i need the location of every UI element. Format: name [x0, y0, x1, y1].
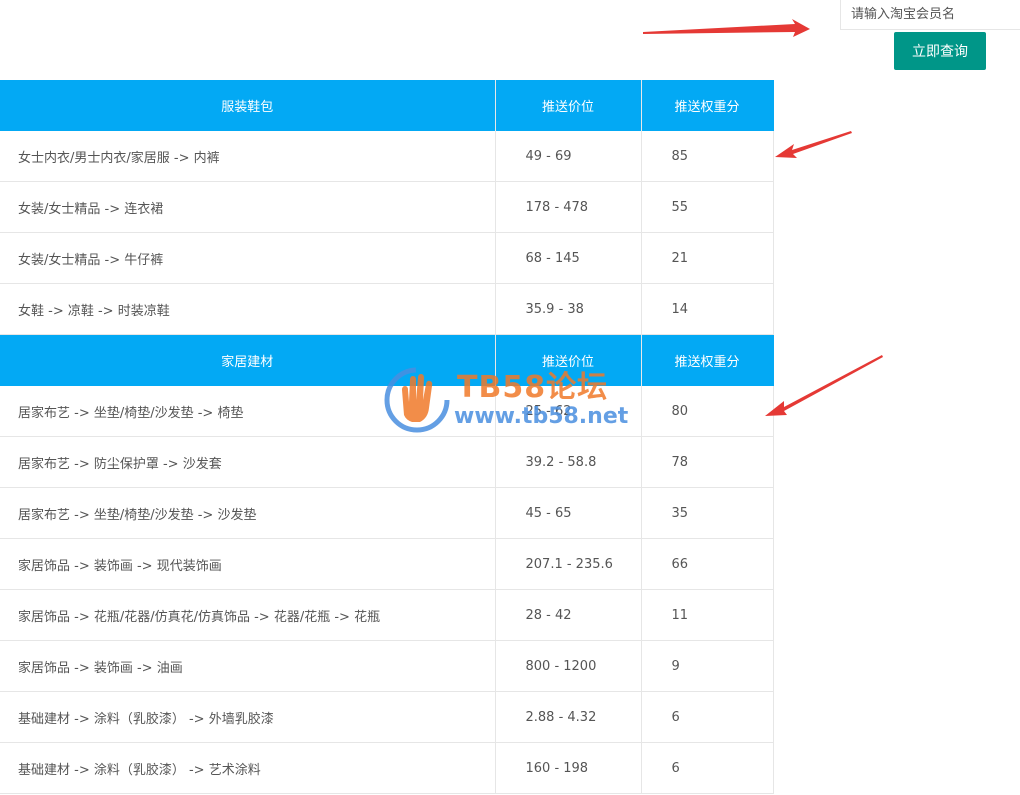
section-header-row: 服装鞋包 推送价位 推送权重分 [0, 80, 774, 131]
query-button[interactable]: 立即查询 [894, 32, 986, 70]
table-row: 居家布艺 -> 坐垫/椅垫/沙发垫 -> 沙发垫 45 - 65 35 [0, 487, 774, 539]
weight-column-header: 推送权重分 [641, 80, 774, 131]
category-cell: 居家布艺 -> 坐垫/椅垫/沙发垫 -> 椅垫 [0, 386, 496, 437]
table-row: 居家布艺 -> 坐垫/椅垫/沙发垫 -> 椅垫 25 - 62 80 [0, 386, 774, 437]
price-cell: 45 - 65 [495, 487, 642, 539]
table-row: 家居饰品 -> 花瓶/花器/仿真花/仿真饰品 -> 花器/花瓶 -> 花瓶 28 … [0, 589, 774, 641]
price-cell: 178 - 478 [495, 181, 642, 233]
price-cell: 39.2 - 58.8 [495, 436, 642, 488]
weight-cell: 14 [641, 283, 774, 335]
table-row: 女士内衣/男士内衣/家居服 -> 内裤 49 - 69 85 [0, 131, 774, 182]
price-cell: 68 - 145 [495, 232, 642, 284]
weight-cell: 6 [641, 742, 774, 794]
weight-cell: 35 [641, 487, 774, 539]
table-row: 家居饰品 -> 装饰画 -> 油画 800 - 1200 9 [0, 640, 774, 692]
arrow-to-search-input [643, 19, 810, 37]
table-row: 基础建材 -> 涂料（乳胶漆） -> 外墙乳胶漆 2.88 - 4.32 6 [0, 691, 774, 743]
weight-cell: 55 [641, 181, 774, 233]
category-cell: 基础建材 -> 涂料（乳胶漆） -> 艺术涂料 [0, 742, 496, 794]
price-cell: 160 - 198 [495, 742, 642, 794]
price-cell: 28 - 42 [495, 589, 642, 641]
weight-cell: 9 [641, 640, 774, 692]
category-cell: 女鞋 -> 凉鞋 -> 时装凉鞋 [0, 283, 496, 335]
price-cell: 35.9 - 38 [495, 283, 642, 335]
arrow-to-section2-row [765, 355, 883, 416]
price-cell: 25 - 62 [495, 386, 642, 437]
weight-cell: 6 [641, 691, 774, 743]
search-input[interactable] [840, 0, 1020, 30]
category-cell: 家居饰品 -> 装饰画 -> 现代装饰画 [0, 538, 496, 590]
table-row: 女装/女士精品 -> 连衣裙 178 - 478 55 [0, 181, 774, 233]
category-cell: 女士内衣/男士内衣/家居服 -> 内裤 [0, 131, 496, 182]
category-cell: 居家布艺 -> 防尘保护罩 -> 沙发套 [0, 436, 496, 488]
arrow-to-first-row [775, 131, 852, 158]
push-price-table: 服装鞋包 推送价位 推送权重分 女士内衣/男士内衣/家居服 -> 内裤 49 - 69 8… [0, 80, 774, 794]
weight-cell: 11 [641, 589, 774, 641]
weight-cell: 78 [641, 436, 774, 488]
price-cell: 49 - 69 [495, 131, 642, 182]
table-row: 女装/女士精品 -> 牛仔裤 68 - 145 21 [0, 232, 774, 284]
category-cell: 家居饰品 -> 花瓶/花器/仿真花/仿真饰品 -> 花器/花瓶 -> 花瓶 [0, 589, 496, 641]
table-row: 居家布艺 -> 防尘保护罩 -> 沙发套 39.2 - 58.8 78 [0, 436, 774, 488]
weight-column-header: 推送权重分 [641, 334, 774, 386]
category-column-header: 家居建材 [0, 334, 496, 386]
weight-cell: 66 [641, 538, 774, 590]
price-cell: 207.1 - 235.6 [495, 538, 642, 590]
category-cell: 女装/女士精品 -> 连衣裙 [0, 181, 496, 233]
price-column-header: 推送价位 [495, 334, 642, 386]
weight-cell: 85 [641, 131, 774, 182]
price-column-header: 推送价位 [495, 80, 642, 131]
section-header-row: 家居建材 推送价位 推送权重分 [0, 334, 774, 386]
weight-cell: 21 [641, 232, 774, 284]
category-cell: 家居饰品 -> 装饰画 -> 油画 [0, 640, 496, 692]
table-row: 女鞋 -> 凉鞋 -> 时装凉鞋 35.9 - 38 14 [0, 283, 774, 335]
category-column-header: 服装鞋包 [0, 80, 496, 131]
category-cell: 基础建材 -> 涂料（乳胶漆） -> 外墙乳胶漆 [0, 691, 496, 743]
category-cell: 女装/女士精品 -> 牛仔裤 [0, 232, 496, 284]
price-cell: 800 - 1200 [495, 640, 642, 692]
table-row: 家居饰品 -> 装饰画 -> 现代装饰画 207.1 - 235.6 66 [0, 538, 774, 590]
table-row: 基础建材 -> 涂料（乳胶漆） -> 艺术涂料 160 - 198 6 [0, 742, 774, 794]
weight-cell: 80 [641, 386, 774, 437]
price-cell: 2.88 - 4.32 [495, 691, 642, 743]
category-cell: 居家布艺 -> 坐垫/椅垫/沙发垫 -> 沙发垫 [0, 487, 496, 539]
